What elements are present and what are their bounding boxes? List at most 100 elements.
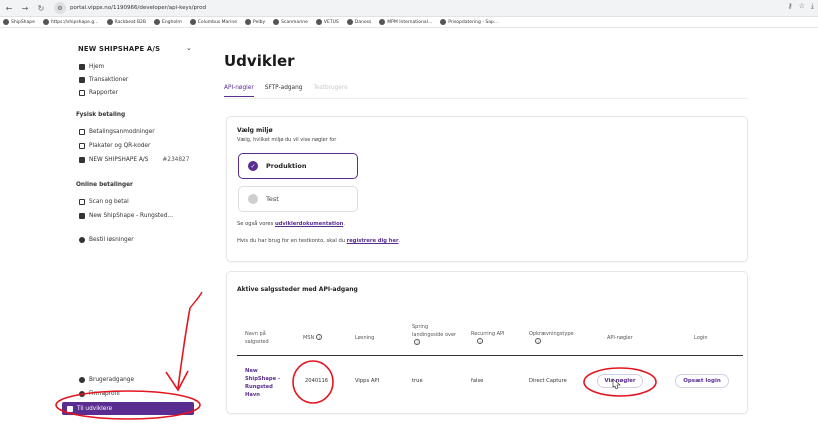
column-header: MSN (303, 335, 315, 341)
bookmark-item[interactable]: Pelby (245, 19, 265, 25)
star-icon[interactable]: ☆ (799, 2, 805, 11)
key-icon[interactable]: ⚷ (787, 2, 792, 11)
bookmark-icon (245, 19, 252, 25)
bookmarks-bar: ShipShape https://shipshape.g... Rackbeat … (0, 17, 818, 28)
tab-api-keys[interactable]: API-nøgler (224, 85, 254, 97)
register-link[interactable]: registrere dig her (347, 238, 399, 244)
bookmark-icon (379, 19, 386, 25)
bookmark-item[interactable]: Prisopdatering - Sap... (440, 19, 498, 25)
bookmark-icon (189, 19, 196, 25)
sidebar-item-transactions[interactable]: Transaktioner (79, 77, 128, 83)
docs-link[interactable]: udviklerdokumentation (275, 221, 343, 227)
bookmark-label: Columbus Marine (197, 19, 238, 25)
transactions-icon (79, 77, 85, 83)
note-text: Se også vores (237, 221, 275, 227)
scan-icon (79, 199, 85, 205)
bookmark-item[interactable]: Rackbeat B2B (106, 19, 146, 25)
env-option-production[interactable]: ✓ Produktion (238, 153, 358, 179)
reload-icon[interactable]: ↻ (34, 1, 48, 15)
check-icon: ✓ (248, 161, 258, 171)
note-text: Hvis du har brug for en testkonto, skal … (237, 238, 347, 244)
bookmark-icon (315, 19, 322, 25)
sidebar-item-scan-pay[interactable]: Scan og betal (79, 199, 129, 205)
sidebar-item-label: Hjem (89, 64, 105, 70)
bookmark-item[interactable]: MPM International... (379, 19, 432, 25)
company-name[interactable]: NEW SHIPSHAPE A/S (78, 45, 160, 53)
sidebar-item-label: Rapporter (89, 90, 118, 96)
tab-bar: API-nøgler SFTP-adgang Testbrugere (224, 85, 348, 97)
download-icon (79, 129, 85, 135)
bookmark-item[interactable]: https://shipshape.g... (42, 19, 99, 25)
qr-code-icon (79, 143, 85, 149)
store-name-link[interactable]: New ShipShape - Rungsted Havn (245, 367, 289, 399)
bookmark-label: Rackbeat B2B (114, 19, 146, 25)
column-header: Spring landingsside over (412, 324, 457, 338)
sidebar-item-online-store[interactable]: New ShipShape - Rungsted... (79, 213, 173, 219)
note-text: . (398, 238, 401, 244)
bookmark-item[interactable]: ShipShape (3, 19, 35, 25)
bookmark-icon (3, 19, 9, 25)
note-text: . (343, 221, 345, 227)
bookmark-icon (153, 19, 160, 25)
bookmark-label: VETUS (323, 19, 339, 25)
sidebar-item-label: Scan og betal (89, 199, 129, 205)
sidebar-item-label: Firmaprofil (89, 391, 120, 397)
column-header: Løsning (355, 335, 375, 341)
bookmark-item[interactable]: Engholm (153, 19, 182, 25)
bookmark-icon (346, 19, 353, 25)
sidebar-item-store[interactable]: NEW SHIPSHAPE A/S #234827 (79, 157, 189, 163)
sidebar-item-reports[interactable]: Rapporter (79, 90, 118, 96)
plus-circle-icon (79, 237, 85, 243)
sidebar-item-payment-requests[interactable]: Betalingsanmodninger (79, 129, 155, 135)
bookmark-label: Scanmarine (281, 19, 308, 25)
store-icon (79, 157, 85, 163)
environment-card: Vælg miljø Vælg, hvilket miljø du vil vi… (226, 116, 748, 262)
info-icon[interactable]: i (414, 339, 420, 345)
address-bar[interactable]: portal.vipps.no/1190966/developer/api-ke… (70, 5, 206, 11)
code-icon (67, 405, 73, 412)
profile-icon (79, 391, 85, 397)
column-header: Navn på salgssted (245, 331, 269, 345)
sales-units-title: Aktive salgssteder med API-adgang (237, 286, 358, 293)
env-option-label: Produktion (266, 162, 307, 170)
bookmark-label: MPM International... (387, 19, 433, 25)
bookmark-label: https://shipshape.g... (50, 19, 99, 25)
bookmark-icon (42, 19, 49, 25)
env-option-test[interactable]: Test (238, 186, 358, 212)
download-icon[interactable]: ⤓ (811, 2, 814, 11)
chevron-down-icon[interactable]: ⌄ (186, 44, 192, 52)
table-header-divider (237, 355, 743, 356)
test-account-note: Hvis du har brug for en testkonto, skal … (237, 238, 400, 244)
store-number: #234827 (162, 157, 190, 163)
bookmark-item[interactable]: VETUS (315, 19, 339, 25)
bookmark-label: ShipShape (11, 19, 35, 25)
bookmark-item[interactable]: Danoss (346, 19, 371, 25)
sidebar-item-posters-qr[interactable]: Plakater og QR-koder (79, 143, 150, 149)
info-icon[interactable]: i (477, 338, 483, 344)
tabs-divider (224, 98, 748, 99)
column-header: Opkrævningstype (529, 331, 574, 337)
sidebar-item-label: New ShipShape - Rungsted... (89, 213, 173, 219)
column-header-recurring: Recurring API i (471, 330, 515, 346)
user-icon (79, 377, 85, 383)
forward-icon[interactable]: → (18, 1, 32, 15)
info-icon[interactable]: i (535, 338, 541, 344)
column-header: API-nøgler (607, 335, 633, 341)
sidebar-item-company-profile[interactable]: Firmaprofil (79, 391, 120, 397)
back-icon[interactable]: ← (2, 1, 16, 15)
msn-value: 2040116 (305, 378, 329, 384)
sidebar-item-user-access[interactable]: Brugeradgange (79, 377, 134, 383)
tab-sftp[interactable]: SFTP-adgang (265, 85, 303, 97)
info-icon[interactable]: i (316, 334, 323, 340)
tab-test-users[interactable]: Testbrugere (313, 85, 347, 97)
bookmark-item[interactable]: Scanmarine (273, 19, 308, 25)
bookmark-icon (273, 19, 280, 25)
show-keys-button[interactable]: Vis nøgler (597, 374, 643, 388)
sidebar-item-developer[interactable]: Til udviklere (62, 402, 194, 415)
sidebar-item-add-new[interactable]: Bestil løsninger (79, 237, 134, 243)
solution-value: Vipps API (355, 378, 380, 384)
site-info-icon[interactable]: ⚙ (54, 2, 66, 14)
bookmark-item[interactable]: Columbus Marine (189, 19, 238, 25)
setup-login-button[interactable]: Opsæt login (675, 374, 729, 388)
sidebar-item-home[interactable]: Hjem (79, 64, 104, 70)
